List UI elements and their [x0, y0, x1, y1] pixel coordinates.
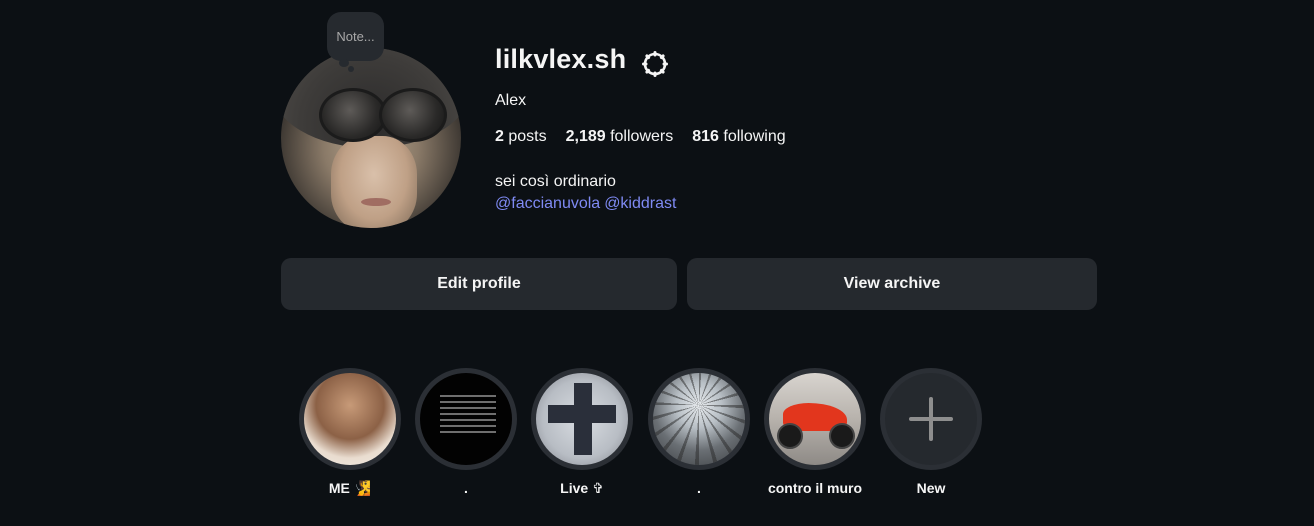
highlight-cover	[653, 373, 745, 465]
highlight-item[interactable]: contro il muro	[764, 368, 866, 496]
avatar-image	[281, 48, 461, 228]
highlight-cover	[420, 373, 512, 465]
view-archive-button[interactable]: View archive	[687, 258, 1097, 310]
gear-icon[interactable]	[641, 50, 669, 78]
highlight-cover	[769, 373, 861, 465]
mention-link[interactable]: @kiddrast	[604, 195, 676, 212]
profile-bio: sei così ordinario	[495, 173, 616, 190]
highlight-label: .	[697, 480, 701, 496]
highlight-item[interactable]: .	[415, 368, 517, 496]
edit-profile-button[interactable]: Edit profile	[281, 258, 677, 310]
highlight-ring	[880, 368, 982, 470]
note-bubble[interactable]: Note...	[327, 12, 384, 61]
profile-full-name: Alex	[495, 92, 527, 109]
highlight-item[interactable]: ME 🧏	[299, 368, 401, 497]
highlight-label: contro il muro	[767, 480, 863, 496]
profile-username: lilkvlex.sh	[495, 44, 627, 74]
bio-mentions: @faccianuvola @kiddrast	[495, 195, 680, 213]
highlight-label: Live ✞	[560, 480, 604, 496]
followers-label: followers	[605, 128, 674, 145]
mention-link[interactable]: @faccianuvola	[495, 195, 600, 212]
highlight-ring	[299, 368, 401, 470]
profile-avatar[interactable]	[281, 48, 461, 228]
note-bubble-tail-dot	[348, 66, 354, 72]
highlight-cover	[885, 373, 977, 465]
note-bubble-tail	[339, 59, 349, 67]
profile-stats: 2 posts 2,189 followers 816 following	[495, 128, 805, 146]
highlight-label: .	[464, 480, 468, 496]
highlight-ring	[415, 368, 517, 470]
new-highlight-button[interactable]: New	[880, 368, 982, 496]
highlight-label: ME 🧏	[328, 480, 372, 496]
highlight-item[interactable]: Live ✞	[531, 368, 633, 497]
followers-count: 2,189	[565, 128, 606, 145]
highlight-ring	[648, 368, 750, 470]
posts-count: 2	[495, 128, 504, 145]
highlight-cover	[536, 373, 628, 465]
highlight-ring	[531, 368, 633, 470]
following-count: 816	[692, 128, 719, 145]
posts-label: posts	[503, 128, 547, 145]
highlight-label: New	[916, 480, 946, 496]
following-stat[interactable]: 816 following	[692, 128, 785, 146]
highlight-ring	[764, 368, 866, 470]
highlight-cover	[304, 373, 396, 465]
highlight-item[interactable]: .	[648, 368, 750, 496]
followers-stat[interactable]: 2,189 followers	[566, 128, 674, 146]
note-placeholder: Note...	[336, 29, 375, 44]
posts-stat: 2 posts	[495, 128, 547, 146]
following-label: following	[718, 128, 786, 145]
